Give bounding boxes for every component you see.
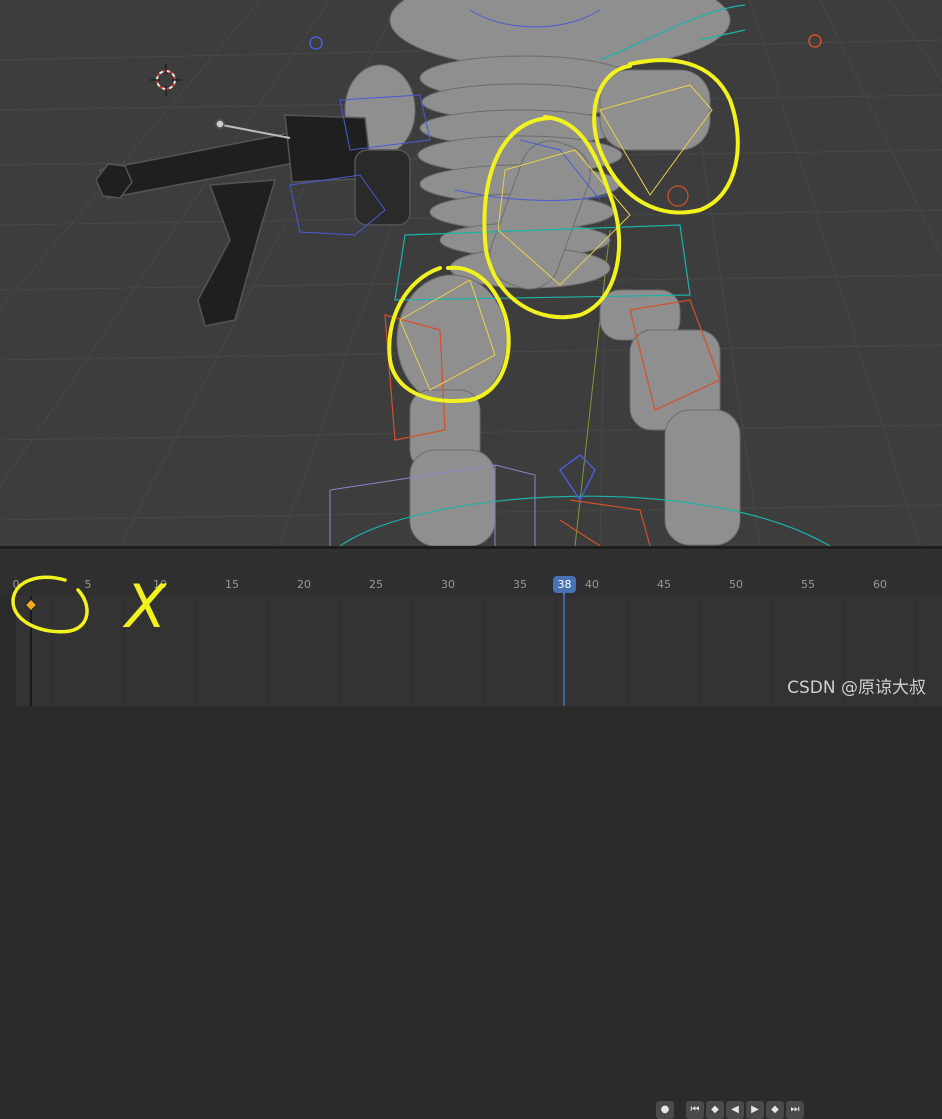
frame-tick-label: 25 (369, 578, 383, 591)
annotation-x-mark: X (122, 572, 168, 642)
frame-tick-label: 40 (585, 578, 599, 591)
3d-cursor-icon[interactable] (150, 64, 182, 96)
viewport-scene (0, 0, 942, 546)
bone-control-circle[interactable] (309, 36, 323, 50)
playback-controls: ● ⏮ ◆ ◀ ▶ ◆ ⏭ (656, 1101, 804, 1119)
frame-tick-label: 45 (657, 578, 671, 591)
frame-tick-label: 50 (729, 578, 743, 591)
gun-model[interactable] (95, 114, 411, 327)
3d-viewport[interactable] (0, 0, 942, 546)
frame-tick-label: 20 (297, 578, 311, 591)
bone-control-circle[interactable] (808, 34, 822, 48)
frame-tick-label: 15 (225, 578, 239, 591)
watermark: CSDN @原谅大叔 (787, 678, 926, 698)
jump-start-icon[interactable]: ⏮ (686, 1101, 704, 1119)
frame-tick-label: 35 (513, 578, 527, 591)
frame-tick-label: 60 (873, 578, 887, 591)
root-bone-control[interactable] (558, 454, 596, 502)
play-reverse-icon[interactable]: ◀ (726, 1101, 744, 1119)
playhead-stem (563, 593, 565, 596)
record-icon[interactable]: ● (656, 1101, 674, 1119)
frame-tick-label: 30 (441, 578, 455, 591)
next-keyframe-icon[interactable]: ◆ (766, 1101, 784, 1119)
prev-keyframe-icon[interactable]: ◆ (706, 1101, 724, 1119)
annotation-circle (11, 575, 89, 634)
frame-tick-label: 55 (801, 578, 815, 591)
current-frame-indicator[interactable]: 38 (553, 576, 576, 593)
annotation-marks: X (11, 572, 168, 642)
jump-end-icon[interactable]: ⏭ (786, 1101, 804, 1119)
skeleton-model[interactable] (344, 0, 741, 546)
play-icon[interactable]: ▶ (746, 1101, 764, 1119)
